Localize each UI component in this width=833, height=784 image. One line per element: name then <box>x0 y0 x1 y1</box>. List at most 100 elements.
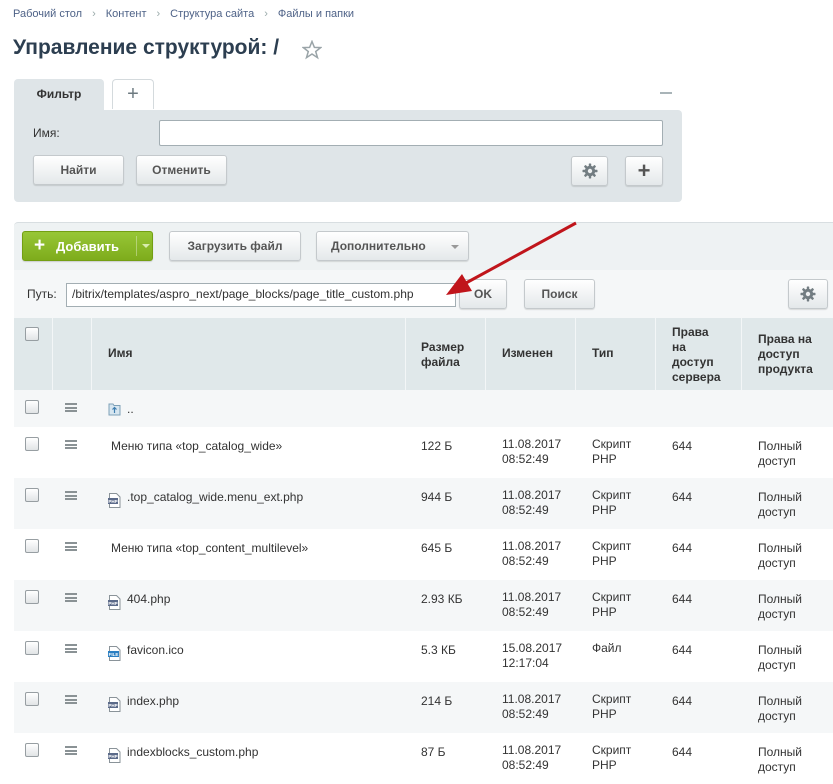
row-menu-icon[interactable] <box>65 491 77 500</box>
product-rights-line: доступ <box>758 760 796 774</box>
column-divider <box>741 318 742 390</box>
file-date-day: 11.08.2017 <box>502 539 562 553</box>
file-name-link[interactable]: .top_catalog_wide.menu_ext.php <box>127 490 303 505</box>
column-divider <box>405 318 406 390</box>
file-date-day: 11.08.2017 <box>502 590 562 604</box>
row-checkbox[interactable] <box>25 488 39 502</box>
column-header-type[interactable]: Тип <box>592 346 614 361</box>
php-file-icon: PHP <box>108 493 121 508</box>
find-button[interactable]: Найти <box>33 155 124 185</box>
column-header-changed[interactable]: Изменен <box>502 346 553 361</box>
search-button[interactable]: Поиск <box>524 279 595 309</box>
parent-directory-link[interactable]: .. <box>127 402 134 417</box>
file-size: 645 Б <box>421 541 453 555</box>
svg-text:PHP: PHP <box>108 499 117 504</box>
row-menu-icon[interactable] <box>65 440 77 449</box>
row-checkbox[interactable] <box>25 437 39 451</box>
ok-button[interactable]: OK <box>459 279 507 309</box>
file-date-time: 08:52:49 <box>502 707 549 721</box>
page-title: Управление структурой: / <box>13 36 280 59</box>
tab-filter[interactable]: Фильтр <box>14 79 104 111</box>
file-type-line: PHP <box>592 503 617 517</box>
breadcrumb-item[interactable]: Рабочий стол <box>13 8 82 20</box>
file-date-day: 11.08.2017 <box>502 488 562 502</box>
breadcrumb-item[interactable]: Контент <box>106 8 147 20</box>
row-checkbox[interactable] <box>25 590 39 604</box>
file-type: Скрипт PHP <box>592 692 631 722</box>
list-settings-button[interactable] <box>788 279 828 309</box>
split-divider <box>136 236 137 256</box>
select-all-checkbox[interactable] <box>25 327 39 341</box>
collapse-icon[interactable] <box>660 92 672 94</box>
filter-settings-button[interactable] <box>571 156 608 186</box>
file-date-day: 11.08.2017 <box>502 692 562 706</box>
file-name-link[interactable]: Меню типа «top_content_multilevel» <box>111 541 308 556</box>
row-checkbox[interactable] <box>25 400 39 414</box>
breadcrumb-separator-icon: › <box>92 8 96 20</box>
file-type: Скрипт PHP <box>592 743 631 773</box>
file-date-time: 08:52:49 <box>502 554 549 568</box>
chevron-down-icon[interactable] <box>142 244 150 248</box>
column-header-product-rights[interactable]: Права на доступ продукта <box>758 332 813 377</box>
file-type-line: PHP <box>592 707 617 721</box>
file-type: Скрипт PHP <box>592 488 631 518</box>
table-row[interactable] <box>14 390 833 427</box>
server-rights-value: 644 <box>672 643 693 657</box>
add-button[interactable]: + Добавить <box>22 231 153 261</box>
column-header-size[interactable]: Размер файла <box>421 340 464 370</box>
row-menu-icon[interactable] <box>65 542 77 551</box>
php-file-icon: PHP <box>108 748 121 763</box>
server-rights-value: 644 <box>672 490 693 504</box>
add-filter-tab-button[interactable]: + <box>112 79 154 109</box>
row-menu-icon[interactable] <box>65 695 77 704</box>
add-filter-field-button[interactable]: + <box>625 156 663 186</box>
product-rights-line: доступ <box>758 658 796 672</box>
row-menu-icon[interactable] <box>65 746 77 755</box>
breadcrumb-item[interactable]: Структура сайта <box>170 8 254 20</box>
file-type: Скрипт PHP <box>592 590 631 620</box>
file-size: 87 Б <box>421 745 446 759</box>
upload-file-button[interactable]: Загрузить файл <box>169 231 301 261</box>
breadcrumb-separator-icon: › <box>156 8 161 20</box>
breadcrumb-item[interactable]: Файлы и папки <box>278 8 354 20</box>
product-rights-line: доступ <box>758 607 796 621</box>
row-checkbox[interactable] <box>25 743 39 757</box>
column-header-server-rights[interactable]: Права на доступ сервера <box>672 325 721 385</box>
file-type-line: PHP <box>592 554 617 568</box>
row-menu-icon[interactable] <box>65 403 77 412</box>
product-rights-line: Полный <box>758 745 802 759</box>
file-name-link[interactable]: Меню типа «top_catalog_wide» <box>111 439 282 454</box>
file-name-link[interactable]: index.php <box>127 694 179 709</box>
product-rights-line: Полный <box>758 541 802 555</box>
file-date-time: 08:52:49 <box>502 452 549 466</box>
name-filter-input[interactable] <box>159 120 663 146</box>
file-size: 122 Б <box>421 439 453 453</box>
row-checkbox[interactable] <box>25 692 39 706</box>
cancel-button[interactable]: Отменить <box>136 155 227 185</box>
path-input[interactable]: /bitrix/templates/aspro_next/page_blocks… <box>66 283 456 307</box>
column-header-name[interactable]: Имя <box>108 346 133 361</box>
product-rights-line: Полный <box>758 490 802 504</box>
plus-icon: + <box>34 235 46 256</box>
product-rights-value: Полный доступ <box>758 694 802 724</box>
row-checkbox[interactable] <box>25 641 39 655</box>
gear-icon <box>800 286 816 302</box>
more-actions-button[interactable]: Дополнительно <box>316 231 469 261</box>
star-icon[interactable] <box>302 40 322 60</box>
product-rights-value: Полный доступ <box>758 592 802 622</box>
file-name-link[interactable]: indexblocks_custom.php <box>127 745 258 760</box>
file-name-link[interactable]: favicon.ico <box>127 643 184 658</box>
file-date-time: 08:52:49 <box>502 503 549 517</box>
folder-up-icon <box>108 403 121 416</box>
file-size: 5.3 КБ <box>421 643 456 657</box>
row-menu-icon[interactable] <box>65 593 77 602</box>
row-menu-icon[interactable] <box>65 644 77 653</box>
file-date: 11.08.2017 08:52:49 <box>502 539 561 569</box>
name-field-label: Имя: <box>33 126 60 140</box>
column-divider <box>485 318 486 390</box>
row-checkbox[interactable] <box>25 539 39 553</box>
file-name-link[interactable]: 404.php <box>127 592 170 607</box>
file-type-line: Файл <box>592 641 622 655</box>
svg-text:PHP: PHP <box>108 601 117 606</box>
product-rights-line: Полный <box>758 592 802 606</box>
